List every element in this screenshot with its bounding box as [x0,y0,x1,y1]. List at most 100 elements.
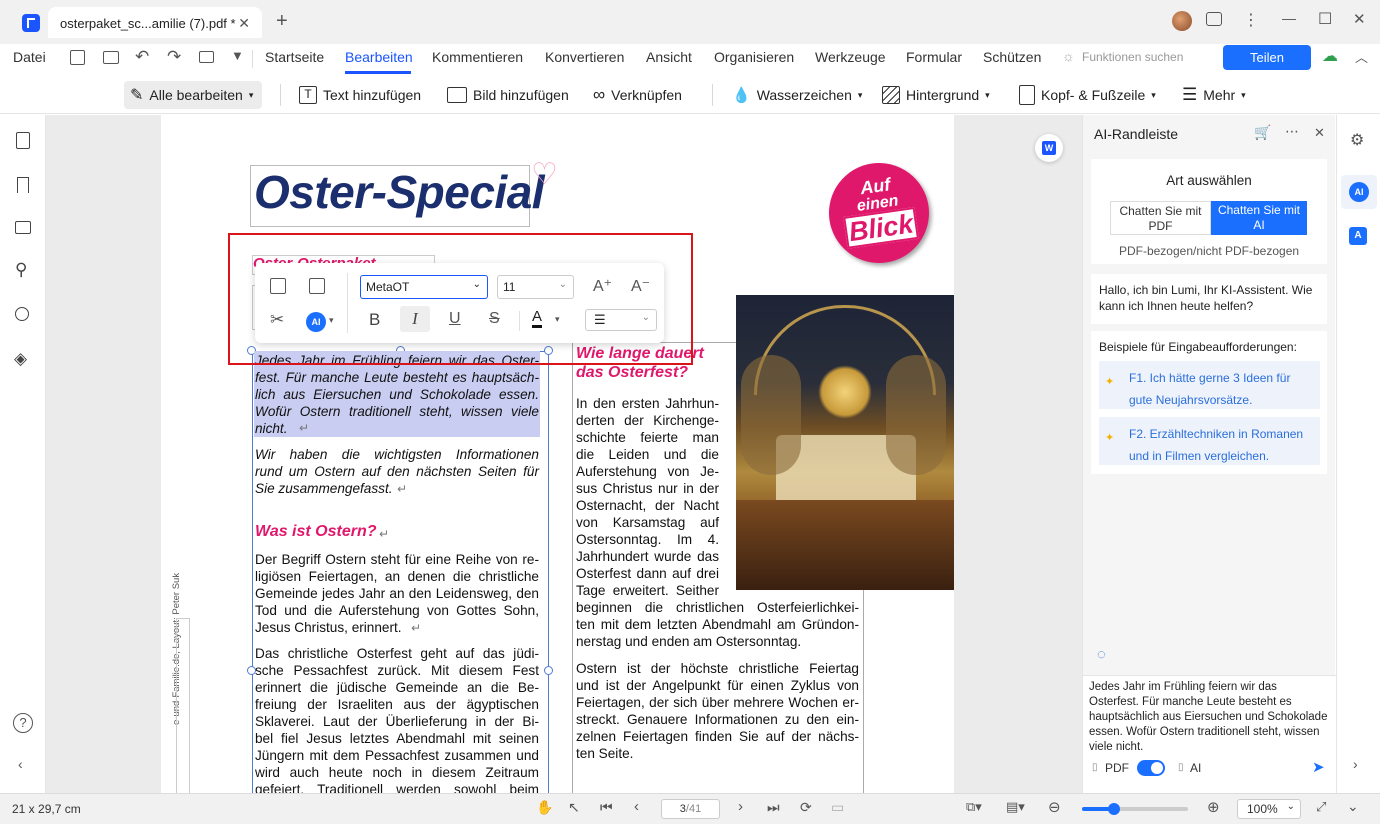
para3-line-4[interactable]: Tod und die Auferstehung von Gottes Sohn… [255,602,539,619]
menu-kommentieren[interactable]: Kommentieren [432,49,523,65]
chevron-down-icon[interactable]: ▾ [329,315,334,326]
para4-line-4[interactable]: freiung der Israeliten aus der ägyptisch… [255,696,539,713]
page-number-input[interactable]: 3/41 [661,799,720,819]
menu-ansicht[interactable]: Ansicht [646,49,692,65]
prev-page-icon[interactable]: ‹ [634,798,639,815]
more-horizontal-icon[interactable]: ⋯ [1285,123,1299,140]
chat-with-ai-option[interactable]: Chatten Sie mit AI [1211,201,1307,235]
menu-formular[interactable]: Formular [906,49,962,65]
para2-line-3[interactable]: Sie zusammengefasst. [255,480,393,497]
mid-line-9[interactable]: Ostersonntag. Im 4. [576,531,719,548]
menu-schuetzen[interactable]: Schützen [983,49,1041,65]
fullscreen-icon[interactable]: ⤢ [1316,799,1326,815]
crop-icon[interactable]: ▭ [831,799,844,816]
attachment-icon[interactable]: ⚲ [15,260,27,280]
bookmark-icon[interactable] [17,177,29,193]
underline-icon[interactable]: U [449,310,461,328]
mail-icon[interactable] [199,51,214,63]
para4-line-7[interactable]: Jüngern mit dem Pessachfest zusammen und [255,747,539,764]
para3-line-2[interactable]: ligiösen Feiertagen, an denen die christ… [255,568,539,585]
document-canvas[interactable]: Oster-Special ♡ Auf einen Blick Oster-Os… [46,115,1082,793]
chat-with-pdf-option[interactable]: Chatten Sie mit PDF [1110,201,1211,235]
collapse-ribbon-icon[interactable]: ︿ [1355,47,1368,66]
close-window-button[interactable]: ✕ [1353,10,1366,28]
collapse-left-icon[interactable]: ‹ [18,756,23,772]
zoom-slider-handle[interactable] [1107,803,1120,815]
menu-organisieren[interactable]: Organisieren [714,49,794,65]
share-button[interactable]: Teilen [1223,45,1311,70]
para3-line-5[interactable]: Jesus Christus, erinnert. [255,619,402,636]
intro-line-3[interactable]: lich aus Eiersuchen und Schokolade essen… [255,386,539,403]
para4-line-3[interactable]: erinnert die jüdische Gemeinde an die Be… [255,679,539,696]
menu-file[interactable]: Datei [13,49,46,65]
layers-icon[interactable]: ◈ [14,349,27,369]
mid-para2-line-6[interactable]: ten Seite. [576,745,633,762]
undo-icon[interactable]: ↶ [135,47,149,67]
dropdown-icon[interactable]: ▼ [231,48,244,63]
cloud-sync-icon[interactable]: ☁ [1322,46,1338,66]
avatar[interactable] [1172,11,1192,31]
heading-was-ist-ostern[interactable]: Was ist Ostern? [255,523,377,541]
print-icon[interactable] [103,51,119,64]
redo-icon[interactable]: ↷ [167,47,181,67]
translate-icon[interactable]: A [1349,227,1367,245]
para3-line-3[interactable]: Gemeinde jedes Jahr an den Leidensweg, d… [255,585,539,602]
add-image-button[interactable]: Bild hinzufügen [441,81,575,109]
para4-line-1[interactable]: Das christliche Osterfest geht auf das j… [255,645,539,662]
example-prompt-2[interactable]: ✦ F2. Erzähltechniken in Romanen und in … [1099,417,1320,465]
cart-icon[interactable]: 🛒 [1254,124,1271,141]
select-tool-icon[interactable]: ↖ [568,799,580,816]
mid-para2-line-5[interactable]: zelnen Feiertagen finden Sie auf der näc… [576,728,859,745]
link-button[interactable]: ∞ Verknüpfen [587,81,688,109]
para4-line-6[interactable]: bel fiel Jesus letztes Abendmahl mit sei… [255,730,539,747]
edit-all-button[interactable]: ✎ Alle bearbeiten ▾ [124,81,262,109]
example-prompt-1[interactable]: ✦ F1. Ich hätte gerne 3 Ideen für gute N… [1099,361,1320,409]
intro-line-4[interactable]: Wofür Ostern traditionell steht, wissen … [255,403,539,420]
page-layout-icon[interactable]: ⧉▾ [966,799,982,815]
font-size-select[interactable]: 11 ⌄ [497,275,574,299]
more-button[interactable]: ☰ Mehr ▾ [1176,81,1252,109]
mid-line-3[interactable]: schichte feierte man [576,429,719,446]
view-mode-icon[interactable]: ▤▾ [1006,799,1025,815]
zoom-select[interactable]: 100% ⌄ [1237,799,1301,819]
page-thumbnails-icon[interactable] [16,132,30,149]
close-panel-icon[interactable]: ✕ [1314,125,1325,141]
mid-line-11[interactable]: Osterfest dann auf drei [576,565,719,582]
para4-line-2[interactable]: sche Pessachfest zurück. Mit diesem Fest [255,662,539,679]
mid-wide-line-2[interactable]: ten mit dem letzten Abendmahl am Gründon… [576,616,859,633]
paint-format-icon[interactable] [309,278,325,294]
heading-wie-lange-2[interactable]: das Osterfest? [576,364,688,382]
intro-line-2[interactable]: fest. Für manche Leute besteht es haupts… [255,369,539,386]
send-icon[interactable]: ➤ [1312,758,1325,776]
para2-line-1[interactable]: Wir haben die wichtigsten Informationen [255,446,539,463]
mid-line-1[interactable]: In den ersten Jahrhun- [576,395,719,412]
new-tab-button[interactable]: + [276,10,288,33]
mid-line-6[interactable]: sus Christus nur in der [576,480,719,497]
para4-line-9[interactable]: gefeiert. Traditionell werden sowohl bei… [255,781,539,793]
mid-para2-line-1[interactable]: Ostern ist der höchste christliche Feier… [576,660,859,677]
mid-wide-line-1[interactable]: beginnen die christlichen Osterfeierlich… [576,599,859,616]
pdf-ai-toggle[interactable] [1137,760,1165,776]
search-icon[interactable] [15,307,29,321]
feedback-icon[interactable] [1206,12,1222,26]
chevron-down-icon[interactable]: ▾ [555,314,560,325]
comment-icon[interactable] [15,221,31,234]
save-icon[interactable] [70,50,85,65]
decrease-font-icon[interactable]: A⁻ [631,276,650,296]
minimize-button[interactable]: — [1282,10,1296,26]
feature-search[interactable]: Funktionen suchen [1082,50,1183,64]
help-icon[interactable]: ? [13,713,33,733]
chat-input-text[interactable]: Jedes Jahr im Frühling feiern wir das Os… [1089,680,1329,755]
last-page-icon[interactable]: ⏭ [767,799,780,816]
ai-assist-icon[interactable]: AI [306,312,326,332]
hand-tool-icon[interactable]: ✋ [536,799,553,816]
font-select[interactable]: MetaOT ⌄ [360,275,488,299]
maximize-button[interactable]: ☐ [1318,9,1332,29]
text-color-icon[interactable]: A [532,309,543,328]
word-convert-icon[interactable]: W [1035,134,1063,162]
add-text-button[interactable]: T Text hinzufügen [293,81,427,109]
para2-line-2[interactable]: rund um Ostern auf den nächsten Seiten f… [255,463,539,480]
mid-line-2[interactable]: derten der Kirchenge- [576,412,719,429]
tip-lightbulb-icon[interactable]: ◌ [1097,646,1106,663]
zoom-in-icon[interactable]: ⊕ [1207,798,1220,816]
